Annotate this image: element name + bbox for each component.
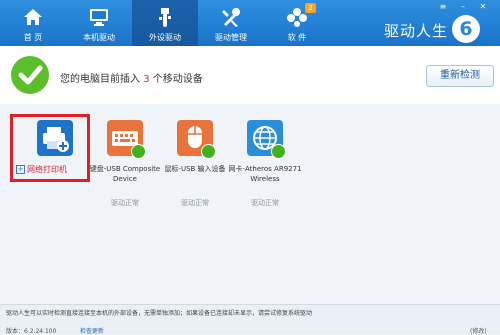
update-count-badge: 2 <box>305 3 316 13</box>
tab-home[interactable]: 首 页 <box>0 0 66 46</box>
add-icon: + <box>16 165 25 174</box>
footer-bar: 驱动人生可以实时检测直接连接至本机的外部设备，无需单独添加；如果设备已连接却未显… <box>0 304 500 335</box>
device-count-message: 您的电脑目前插入 3 个移动设备 <box>60 70 203 85</box>
globe-icon <box>247 120 286 159</box>
status-panel: 您的电脑目前插入 3 个移动设备 重新检测 <box>0 46 500 105</box>
home-icon <box>24 9 42 25</box>
tab-label: 首 页 <box>23 33 43 42</box>
device-state: 驱动正常 <box>251 199 279 207</box>
tools-icon <box>222 8 240 27</box>
check-update-link[interactable]: 检查更新 <box>80 326 104 335</box>
usb-icon <box>159 8 171 27</box>
message-suffix: 个移动设备 <box>152 74 203 85</box>
menu-icon[interactable]: ≡ <box>437 2 449 12</box>
device-name: 键盘-USB Composite Device <box>89 165 161 183</box>
device-name: 网卡-Atheros AR9271 Wireless <box>228 165 302 183</box>
close-icon[interactable]: ✕ <box>477 2 489 12</box>
tab-label: 驱动管理 <box>215 33 247 42</box>
message-prefix: 您的电脑目前插入 <box>60 74 140 85</box>
device-state: 驱动正常 <box>111 199 139 207</box>
tab-peripheral-drivers[interactable]: 外设驱动 <box>132 0 198 46</box>
keyboard-icon <box>107 120 146 159</box>
tab-driver-management[interactable]: 驱动管理 <box>198 0 264 46</box>
mouse-icon <box>177 120 216 159</box>
footer-right-link[interactable]: (修改) <box>470 326 487 335</box>
tab-label: 本机驱动 <box>83 33 115 42</box>
tab-label: 外设驱动 <box>149 33 181 42</box>
check-icon <box>11 56 49 94</box>
rescan-button[interactable]: 重新检测 <box>426 65 494 87</box>
tab-software[interactable]: 2 软 件 <box>264 0 330 46</box>
ok-check-icon <box>271 144 286 159</box>
device-count: 3 <box>143 74 150 85</box>
brand-logo: 6 <box>452 15 480 43</box>
device-state: 驱动正常 <box>181 199 209 207</box>
version-label: 版本：6.2.24.100 <box>6 328 57 335</box>
tab-label: 软 件 <box>287 33 307 42</box>
brand-name: 驱动人生 <box>384 22 449 40</box>
monitor-icon <box>90 9 108 26</box>
tab-local-drivers[interactable]: 本机驱动 <box>66 0 132 46</box>
add-network-printer-link[interactable]: + 网络打印机 <box>16 164 67 175</box>
printer-label: 网络打印机 <box>27 165 67 174</box>
minimize-icon[interactable]: – <box>457 2 469 12</box>
top-nav: 首 页 本机驱动 外设驱动 驱动管理 2 软 件 ≡ – ✕ 驱动人生 6 <box>0 0 500 46</box>
ok-check-icon <box>201 144 216 159</box>
footer-hint: 驱动人生可以实时检测直接连接至本机的外部设备，无需单独添加；如果设备已连接却未显… <box>6 310 313 317</box>
ok-check-icon <box>131 144 146 159</box>
device-name: 鼠标-USB 输入设备 <box>164 165 226 173</box>
